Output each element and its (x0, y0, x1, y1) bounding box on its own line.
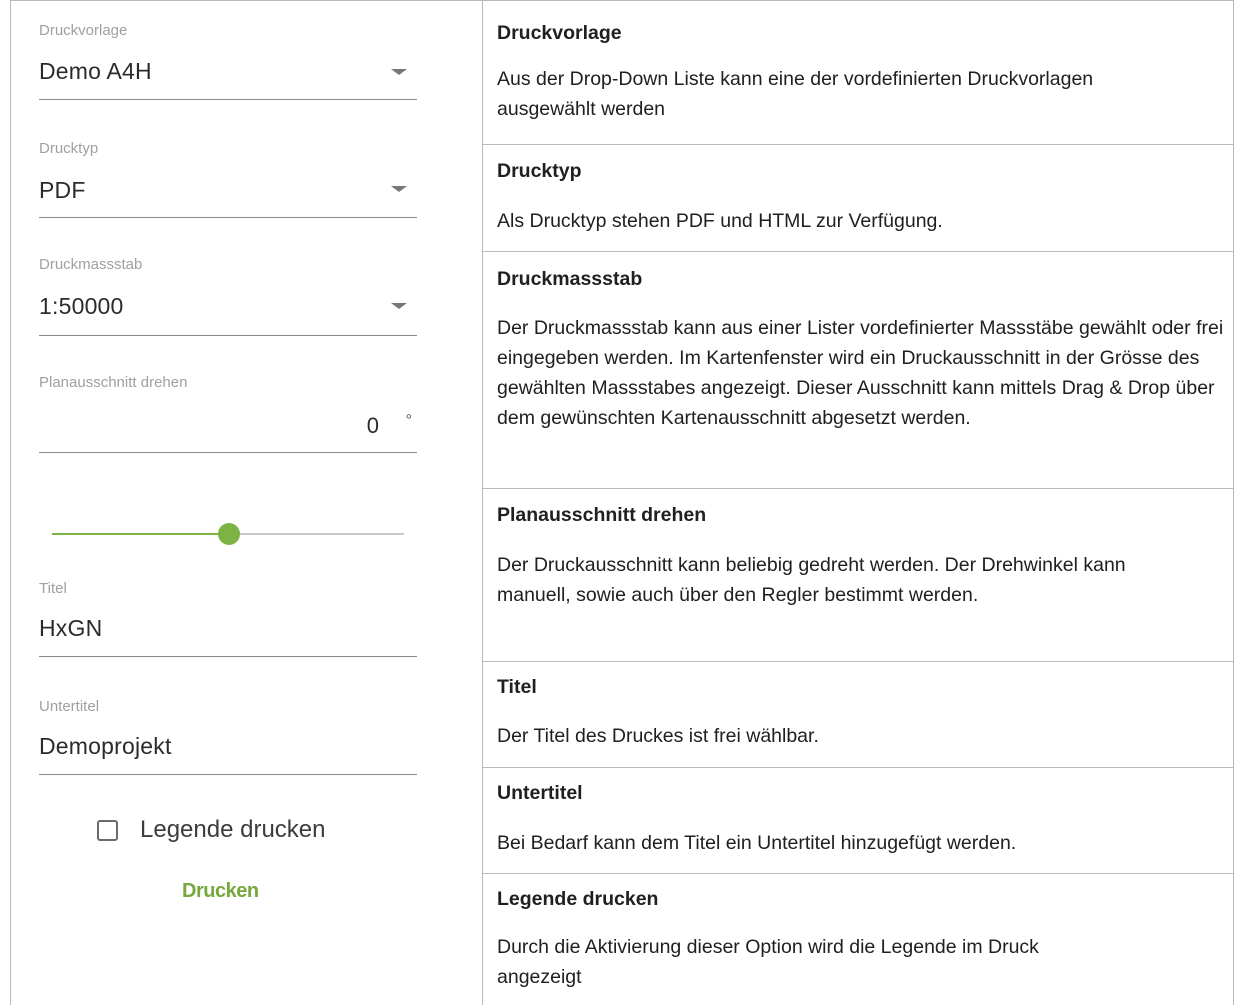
druckvorlage-select[interactable]: Druckvorlage Demo A4H (39, 0, 417, 102)
druckvorlage-label: Druckvorlage (39, 22, 128, 39)
druckvorlage-value: Demo A4H (39, 58, 152, 84)
drucktyp-value: PDF (39, 177, 86, 203)
rotation-input[interactable]: Planausschnitt drehen 0 ° (39, 365, 417, 455)
desc-title-drucktyp: Drucktyp (497, 160, 582, 182)
help-table: Druckvorlage Demo A4H Drucktyp PDF Druck… (0, 0, 1234, 1005)
untertitel-underline (39, 774, 417, 775)
druckmassstab-label: Druckmassstab (39, 256, 143, 273)
desc-text-legende: Durch die Aktivierung dieser Option wird… (497, 936, 1039, 988)
print-form: Druckvorlage Demo A4H Drucktyp PDF Druck… (0, 0, 482, 1005)
desc-title-titel: Titel (497, 676, 537, 698)
row-divider (482, 251, 1234, 252)
titel-input[interactable]: Titel HxGN (39, 572, 417, 662)
titel-underline (39, 656, 417, 657)
titel-value: HxGN (39, 615, 103, 641)
table-column-divider (482, 0, 483, 1005)
druckmassstab-select[interactable]: Druckmassstab 1:50000 (39, 248, 417, 338)
desc-text-untertitel: Bei Bedarf kann dem Titel ein Untertitel… (497, 832, 1017, 854)
desc-text-drucktyp: Als Drucktyp stehen PDF und HTML zur Ver… (497, 210, 943, 232)
desc-title-legende: Legende drucken (497, 888, 659, 910)
row-divider (482, 767, 1234, 768)
desc-text-planausschnitt: Der Druckausschnitt kann beliebig gedreh… (497, 554, 1126, 606)
chevron-down-icon[interactable] (391, 303, 407, 309)
titel-label: Titel (39, 580, 67, 597)
legend-checkbox-label[interactable]: Legende drucken (140, 816, 325, 844)
untertitel-input[interactable]: Untertitel Demoprojekt (39, 690, 417, 780)
desc-title-planausschnitt: Planausschnitt drehen (497, 504, 707, 526)
rotation-label: Planausschnitt drehen (39, 374, 188, 391)
drucktyp-underline (39, 217, 417, 218)
untertitel-label: Untertitel (39, 698, 100, 715)
druckmassstab-value: 1:50000 (39, 293, 124, 319)
drucktyp-label: Drucktyp (39, 140, 99, 157)
druckmassstab-underline (39, 335, 417, 336)
drucktyp-select[interactable]: Drucktyp PDF (39, 130, 417, 220)
slider-track-empty (230, 533, 404, 535)
degree-unit: ° (405, 412, 412, 429)
rotation-underline (39, 452, 417, 453)
desc-title-druckmassstab: Druckmassstab (497, 268, 643, 290)
chevron-down-icon[interactable] (391, 186, 407, 192)
legend-checkbox[interactable] (97, 820, 118, 841)
row-divider (482, 661, 1234, 662)
slider-track-filled (52, 533, 230, 535)
desc-text-druckmassstab: Der Druckmassstab kann aus einer Lister … (497, 317, 1224, 429)
row-divider (482, 873, 1234, 874)
slider-thumb[interactable] (218, 523, 240, 545)
row-divider (482, 488, 1234, 489)
row-divider (482, 144, 1234, 145)
rotation-value: 0 (366, 413, 379, 438)
untertitel-value: Demoprojekt (39, 733, 172, 759)
chevron-down-icon[interactable] (391, 69, 407, 75)
desc-text-druckvorlage: Aus der Drop-Down Liste kann eine der vo… (497, 68, 1094, 120)
print-button[interactable]: Drucken (182, 880, 259, 903)
desc-title-druckvorlage: Druckvorlage (497, 22, 622, 44)
druckvorlage-underline (39, 99, 417, 100)
desc-text-titel: Der Titel des Druckes ist frei wählbar. (497, 725, 819, 747)
desc-title-untertitel: Untertitel (497, 782, 583, 804)
